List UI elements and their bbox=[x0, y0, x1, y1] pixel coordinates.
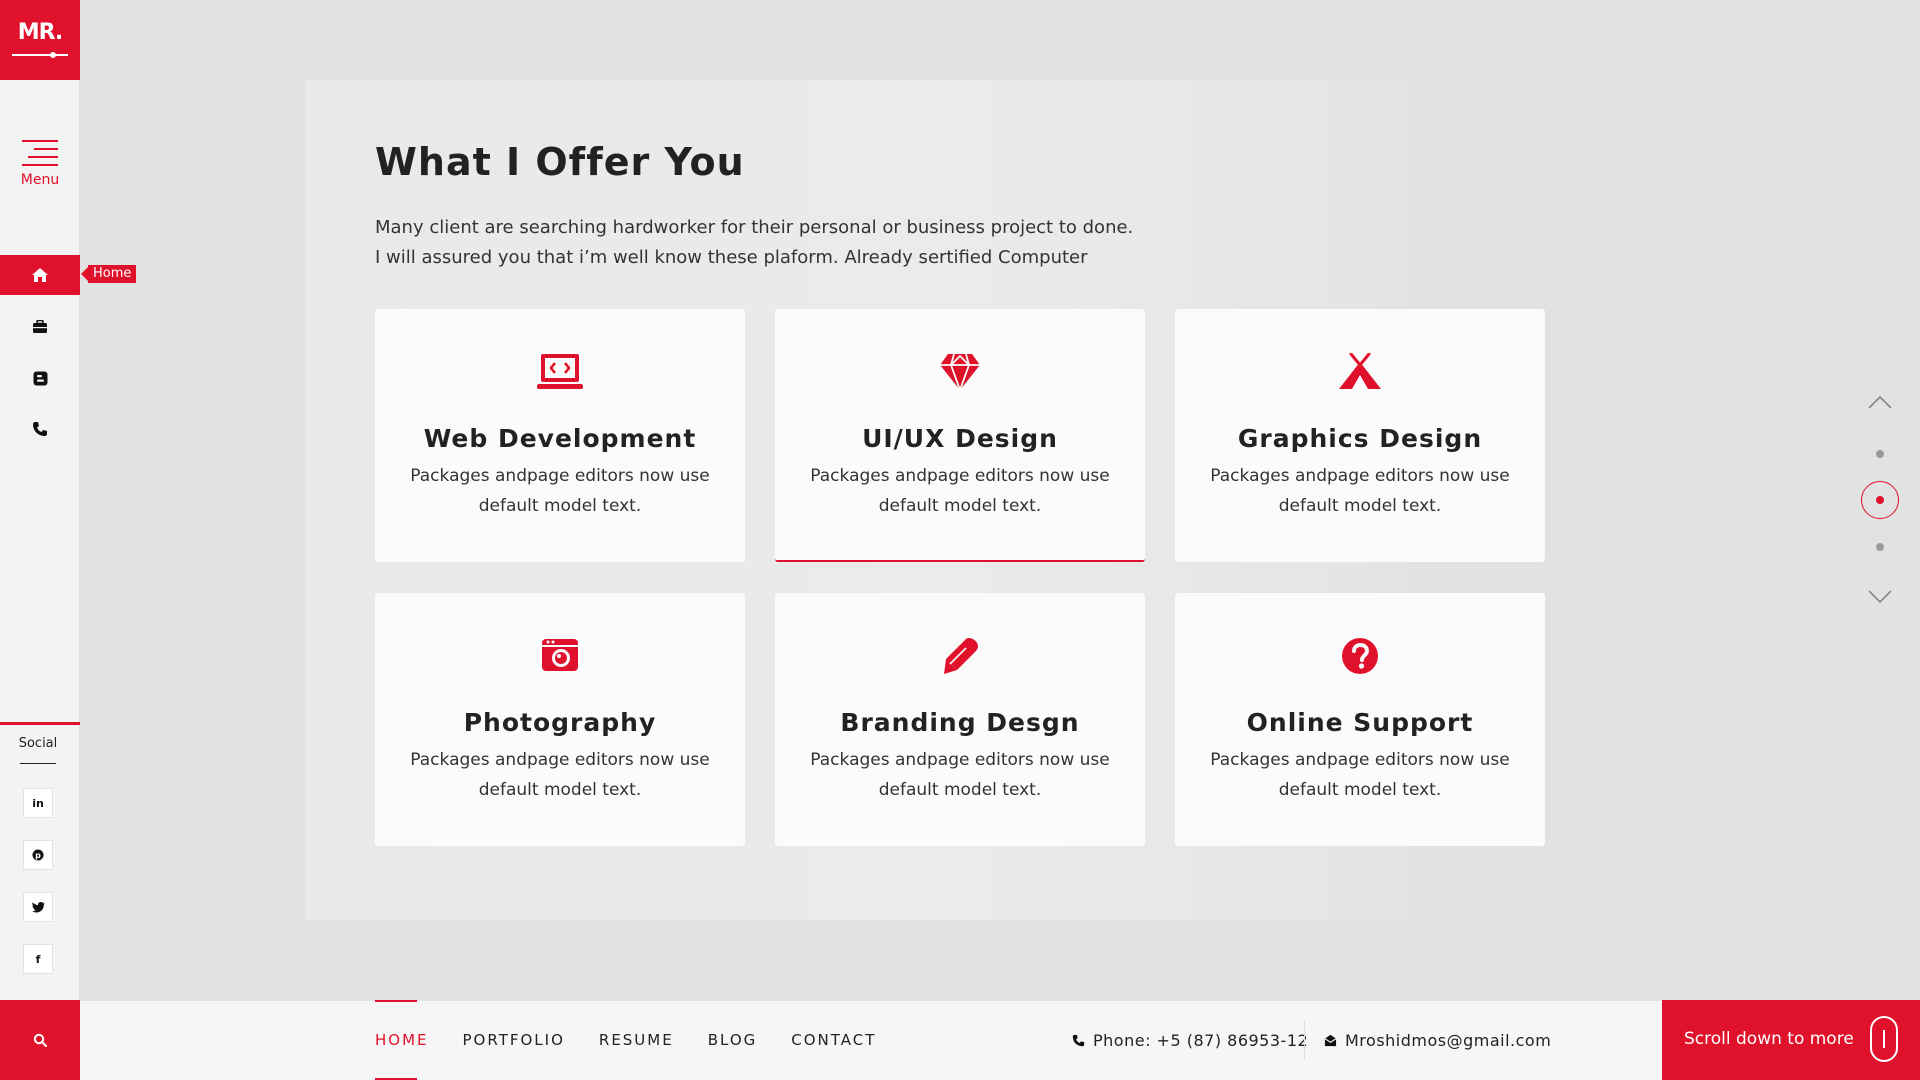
service-card-online-support[interactable]: Online Support Packages andpage editors … bbox=[1175, 593, 1545, 846]
chevron-down-icon[interactable] bbox=[1868, 590, 1892, 604]
service-description: Packages andpage editors now use default… bbox=[810, 750, 1110, 800]
service-description: Packages andpage editors now use default… bbox=[1210, 466, 1510, 516]
search-button[interactable] bbox=[0, 1000, 80, 1080]
scroll-down-button[interactable]: Scroll down to more bbox=[1662, 1000, 1920, 1080]
service-title: Graphics Design bbox=[1237, 424, 1483, 453]
nav-link-home[interactable]: HOME bbox=[375, 1000, 429, 1080]
blogger-icon bbox=[33, 371, 47, 385]
intro-line-1: Many client are searching hardworker for… bbox=[375, 217, 1134, 238]
briefcase-icon bbox=[33, 320, 47, 333]
service-title: Web Development bbox=[423, 424, 697, 453]
service-description: Packages andpage editors now use default… bbox=[410, 750, 710, 800]
nav-link-resume[interactable]: RESUME bbox=[599, 1000, 674, 1080]
logo[interactable]: MR. bbox=[0, 0, 80, 80]
section-scroll-nav bbox=[1860, 390, 1900, 620]
camera-icon bbox=[542, 639, 578, 671]
nav-link-portfolio[interactable]: PORTFOLIO bbox=[463, 1000, 565, 1080]
laptop-code-icon bbox=[537, 354, 583, 389]
service-title: UI/UX Design bbox=[862, 424, 1058, 453]
intro-text: Many client are searching hardworker for… bbox=[375, 213, 1275, 273]
chevron-up-icon[interactable] bbox=[1868, 395, 1892, 409]
social-divider bbox=[0, 722, 80, 725]
home-icon bbox=[32, 268, 48, 282]
linkedin-icon: in bbox=[32, 796, 44, 810]
logo-underline bbox=[12, 54, 68, 56]
menu-label: Menu bbox=[20, 172, 60, 188]
question-circle-icon bbox=[1342, 638, 1378, 674]
home-tooltip: Home bbox=[80, 265, 137, 283]
bottom-navigation: HOME PORTFOLIO RESUME BLOG CONTACT bbox=[375, 1000, 910, 1080]
service-title: Branding Desgn bbox=[840, 708, 1080, 737]
service-description: Packages andpage editors now use default… bbox=[810, 466, 1110, 516]
search-icon bbox=[33, 1033, 47, 1047]
social-facebook-button[interactable]: f bbox=[23, 944, 53, 974]
logo-text: MR. bbox=[17, 20, 64, 45]
twitter-icon bbox=[31, 901, 44, 913]
section-dot-2-active[interactable] bbox=[1861, 481, 1899, 519]
facebook-icon: f bbox=[35, 952, 41, 966]
social-underline bbox=[20, 763, 56, 764]
service-description: Packages andpage editors now use default… bbox=[1210, 750, 1510, 800]
contact-phone[interactable]: Phone: +5 (87) 86953-12 bbox=[1072, 1000, 1308, 1080]
service-card-branding-design[interactable]: Branding Desgn Packages andpage editors … bbox=[775, 593, 1145, 846]
menu-icon bbox=[22, 140, 58, 166]
service-card-web-development[interactable]: Web Development Packages andpage editors… bbox=[375, 309, 745, 562]
diamond-icon bbox=[940, 353, 980, 391]
nav-link-blog[interactable]: BLOG bbox=[708, 1000, 758, 1080]
section-dot-1[interactable] bbox=[1876, 450, 1884, 458]
logo-dot bbox=[50, 52, 56, 58]
sidebar-item-home[interactable] bbox=[0, 255, 80, 295]
pinterest-icon: p bbox=[32, 849, 44, 861]
nav-link-contact[interactable]: CONTACT bbox=[791, 1000, 876, 1080]
phone-text: Phone: +5 (87) 86953-12 bbox=[1093, 1030, 1309, 1050]
service-card-graphics-design[interactable]: Graphics Design Packages andpage editors… bbox=[1175, 309, 1545, 562]
social-label: Social bbox=[18, 736, 58, 751]
envelope-open-icon bbox=[1324, 1034, 1337, 1046]
svg-text:p: p bbox=[35, 851, 41, 860]
email-text: Mroshidmos@gmail.com bbox=[1345, 1030, 1552, 1050]
phone-icon bbox=[1072, 1034, 1085, 1046]
social-twitter-button[interactable] bbox=[23, 892, 53, 922]
contact-email[interactable]: Mroshidmos@gmail.com bbox=[1324, 1000, 1551, 1080]
social-linkedin-button[interactable]: in bbox=[23, 788, 53, 818]
menu-button[interactable]: Menu bbox=[0, 140, 80, 200]
sidebar-item-blog[interactable] bbox=[0, 358, 80, 398]
contact-divider bbox=[1304, 1021, 1305, 1059]
service-title: Online Support bbox=[1246, 708, 1474, 737]
sidebar-item-contact[interactable] bbox=[0, 409, 80, 449]
section-dot-3[interactable] bbox=[1876, 543, 1884, 551]
service-card-photography[interactable]: Photography Packages andpage editors now… bbox=[375, 593, 745, 846]
service-title: Photography bbox=[463, 708, 657, 737]
page-title: What I Offer You bbox=[375, 140, 745, 184]
phone-icon bbox=[33, 422, 47, 436]
service-card-uiux-design[interactable]: UI/UX Design Packages andpage editors no… bbox=[775, 309, 1145, 562]
social-pinterest-button[interactable]: p bbox=[23, 840, 53, 870]
sidebar: MR. Menu Social in p f bbox=[0, 0, 80, 1080]
service-description: Packages andpage editors now use default… bbox=[410, 466, 710, 516]
sidebar-item-portfolio[interactable] bbox=[0, 307, 80, 347]
scroll-down-label: Scroll down to more bbox=[1684, 1029, 1854, 1049]
campground-icon bbox=[1339, 353, 1381, 389]
intro-line-2: I will assured you that i’m well know th… bbox=[375, 247, 1088, 268]
mouse-scroll-icon bbox=[1870, 1016, 1898, 1062]
pen-icon bbox=[944, 638, 978, 674]
